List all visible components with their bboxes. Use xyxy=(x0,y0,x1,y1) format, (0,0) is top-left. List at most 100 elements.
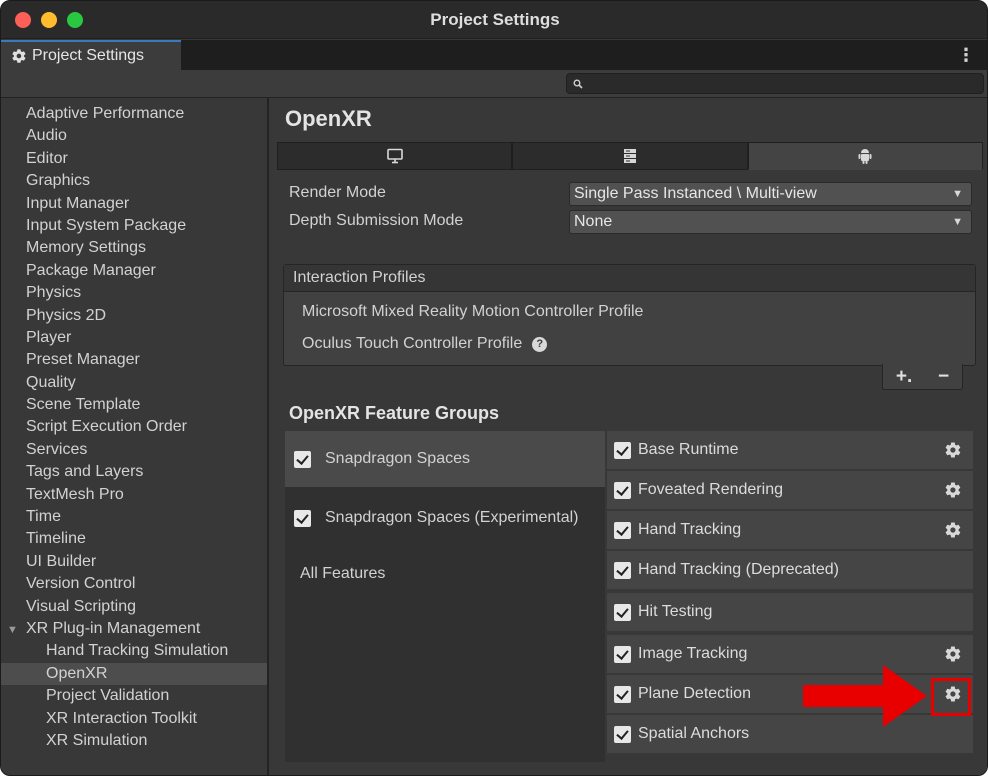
search-input[interactable] xyxy=(587,76,967,91)
render-mode-label: Render Mode xyxy=(289,184,386,201)
group-all-features[interactable]: All Features xyxy=(285,559,605,589)
feature-label: Hit Testing xyxy=(638,603,713,620)
feature-label: Foveated Rendering xyxy=(638,481,783,498)
sidebar-item-player[interactable]: Player xyxy=(1,327,267,349)
feature-label: Spatial Anchors xyxy=(638,725,750,742)
interaction-profiles-header: Interaction Profiles xyxy=(284,265,975,292)
platform-tabs xyxy=(277,142,983,170)
checkbox[interactable] xyxy=(614,481,631,499)
sidebar-item-input-manager[interactable]: Input Manager xyxy=(1,193,267,215)
gear-icon[interactable] xyxy=(944,481,962,499)
feature-row-hand-tracking-deprecated[interactable]: Hand Tracking (Deprecated) xyxy=(607,551,973,589)
title-bar: Project Settings xyxy=(1,1,987,39)
sidebar-item-audio[interactable]: Audio xyxy=(1,125,267,147)
chevron-down-icon: ▼ xyxy=(952,188,963,200)
add-profile-button[interactable]: +. xyxy=(896,366,912,388)
checkbox[interactable] xyxy=(614,685,631,703)
sidebar-item-scene-template[interactable]: Scene Template xyxy=(1,394,267,416)
tab-platform-android[interactable] xyxy=(747,142,983,170)
search-field[interactable] xyxy=(566,73,984,94)
checkbox[interactable] xyxy=(614,521,631,539)
tab-label: Project Settings xyxy=(32,47,145,64)
search-row xyxy=(1,70,987,98)
feature-row-hit-testing[interactable]: Hit Testing xyxy=(607,593,973,631)
checkbox[interactable] xyxy=(614,645,631,663)
checkbox[interactable] xyxy=(614,725,631,743)
feature-label: Image Tracking xyxy=(638,645,748,662)
sidebar-item-graphics[interactable]: Graphics xyxy=(1,170,267,192)
sidebar-item-physics-2d[interactable]: Physics 2D xyxy=(1,305,267,327)
remove-profile-button[interactable]: − xyxy=(938,366,949,388)
sidebar-item-package-manager[interactable]: Package Manager xyxy=(1,260,267,282)
sidebar-item-services[interactable]: Services xyxy=(1,439,267,461)
desktop-icon xyxy=(386,148,403,164)
checkbox[interactable] xyxy=(294,509,311,527)
gear-icon[interactable] xyxy=(944,521,962,539)
render-mode-value: Single Pass Instanced \ Multi-view xyxy=(574,185,817,202)
sidebar-item-input-system-package[interactable]: Input System Package xyxy=(1,215,267,237)
sidebar-item-editor[interactable]: Editor xyxy=(1,148,267,170)
server-icon xyxy=(623,149,636,163)
sidebar-item-physics[interactable]: Physics xyxy=(1,282,267,304)
group-snapdragon-spaces[interactable]: Snapdragon Spaces xyxy=(285,431,605,487)
checkbox[interactable] xyxy=(614,561,631,579)
checkbox[interactable] xyxy=(294,450,311,468)
sidebar-item-ui-builder[interactable]: UI Builder xyxy=(1,551,267,573)
group-snapdragon-spaces-experimental[interactable]: Snapdragon Spaces (Experimental) xyxy=(285,501,605,535)
group-label: All Features xyxy=(300,565,386,582)
tab-platform-server[interactable] xyxy=(512,142,748,170)
window-title: Project Settings xyxy=(430,10,560,29)
feature-row-base-runtime[interactable]: Base Runtime xyxy=(607,431,973,469)
profile-label: Microsoft Mixed Reality Motion Controlle… xyxy=(302,303,644,320)
feature-row-hand-tracking[interactable]: Hand Tracking xyxy=(607,511,973,549)
tab-project-settings[interactable]: Project Settings xyxy=(1,40,181,70)
depth-submission-dropdown[interactable]: None ▼ xyxy=(569,210,972,234)
profile-add-remove: +. − xyxy=(882,364,963,390)
group-label: Snapdragon Spaces xyxy=(325,450,470,467)
feature-label: Plane Detection xyxy=(638,685,751,702)
sidebar-item-project-validation[interactable]: Project Validation xyxy=(1,685,267,707)
feature-row-foveated-rendering[interactable]: Foveated Rendering xyxy=(607,471,973,509)
annotation-highlight-box xyxy=(931,678,971,716)
help-icon[interactable]: ? xyxy=(532,336,548,352)
sidebar-item-hand-tracking-simulation[interactable]: Hand Tracking Simulation xyxy=(1,640,267,662)
sidebar-item-timeline[interactable]: Timeline xyxy=(1,528,267,550)
sidebar-item-quality[interactable]: Quality xyxy=(1,372,267,394)
depth-submission-value: None xyxy=(574,213,613,230)
gear-icon[interactable] xyxy=(944,645,962,663)
render-mode-dropdown[interactable]: Single Pass Instanced \ Multi-view ▼ xyxy=(569,182,972,206)
checkbox[interactable] xyxy=(614,603,631,621)
sidebar-item-label: XR Plug-in Management xyxy=(26,619,201,637)
interaction-profiles-list: Interaction Profiles Microsoft Mixed Rea… xyxy=(283,264,976,366)
sidebar-item-adaptive-performance[interactable]: Adaptive Performance xyxy=(1,103,267,125)
depth-submission-label: Depth Submission Mode xyxy=(289,212,464,229)
sidebar-item-openxr[interactable]: OpenXR xyxy=(1,662,267,686)
feature-groups-list: Snapdragon Spaces Snapdragon Spaces (Exp… xyxy=(285,431,605,762)
list-item[interactable]: Oculus Touch Controller Profile ? xyxy=(302,335,548,353)
gear-icon xyxy=(12,49,26,63)
sidebar-item-script-execution-order[interactable]: Script Execution Order xyxy=(1,416,267,438)
feature-label: Hand Tracking xyxy=(638,521,742,538)
gear-icon[interactable] xyxy=(944,441,962,459)
project-settings-window: Project Settings Project Settings ⋮ Adap… xyxy=(0,0,988,776)
sidebar-item-version-control[interactable]: Version Control xyxy=(1,573,267,595)
sidebar-item-memory-settings[interactable]: Memory Settings xyxy=(1,237,267,259)
sidebar-item-xr-interaction-toolkit[interactable]: XR Interaction Toolkit xyxy=(1,708,267,730)
feature-label: Hand Tracking (Deprecated) xyxy=(638,561,839,578)
tab-platform-desktop[interactable] xyxy=(277,142,513,170)
sidebar-item-visual-scripting[interactable]: Visual Scripting xyxy=(1,596,267,618)
more-menu-icon[interactable]: ⋮ xyxy=(957,45,975,66)
list-item[interactable]: Microsoft Mixed Reality Motion Controlle… xyxy=(302,303,643,321)
sidebar-item-preset-manager[interactable]: Preset Manager xyxy=(1,349,267,371)
settings-sidebar: Adaptive Performance Audio Editor Graphi… xyxy=(1,98,269,775)
group-label: Snapdragon Spaces (Experimental) xyxy=(325,509,579,526)
search-icon xyxy=(573,79,583,89)
sidebar-item-textmesh-pro[interactable]: TextMesh Pro xyxy=(1,484,267,506)
checkbox[interactable] xyxy=(614,441,631,459)
expand-caret-icon[interactable]: ▼ xyxy=(7,619,26,641)
sidebar-item-tags-and-layers[interactable]: Tags and Layers xyxy=(1,461,267,483)
sidebar-item-xr-plugin-management[interactable]: ▼ XR Plug-in Management xyxy=(1,618,267,640)
android-icon xyxy=(858,149,872,164)
sidebar-item-time[interactable]: Time xyxy=(1,506,267,528)
sidebar-item-xr-simulation[interactable]: XR Simulation xyxy=(1,730,267,752)
